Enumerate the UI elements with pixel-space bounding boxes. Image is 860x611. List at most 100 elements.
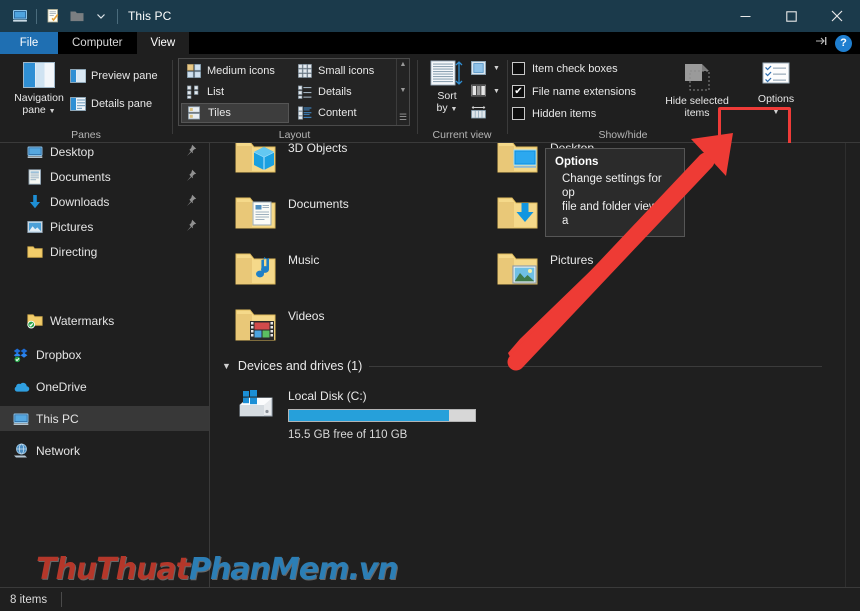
sidebar-item-dropbox[interactable]: Dropbox: [0, 342, 209, 367]
checkbox-hidden-items[interactable]: Hidden items: [512, 107, 596, 120]
folder-pictures-icon: [496, 249, 540, 292]
tooltip-line-2: file and folder views, a: [562, 201, 667, 227]
file-name-extensions-checkbox[interactable]: ✔: [512, 85, 525, 98]
status-item-count: 8 items: [10, 593, 48, 606]
medium-icons-icon: [187, 64, 201, 78]
drive-name: Local Disk (C:): [288, 389, 367, 403]
pin-icon[interactable]: [185, 144, 197, 156]
hidden-items-checkbox[interactable]: [512, 107, 525, 120]
minimize-button[interactable]: [722, 0, 768, 32]
chevron-down-icon[interactable]: ▼: [222, 361, 231, 371]
window-controls: [722, 0, 860, 32]
tile-music[interactable]: Music: [234, 249, 319, 292]
checkbox-item-check-boxes[interactable]: Item check boxes: [512, 62, 618, 75]
pin-icon[interactable]: [185, 169, 197, 181]
preview-pane-button[interactable]: Preview pane: [70, 69, 158, 83]
pin-icon[interactable]: [185, 194, 197, 206]
watermark-part-1: ThuThuat: [36, 552, 190, 587]
sidebar-item-pictures[interactable]: Pictures: [0, 214, 209, 239]
qat-divider: [36, 8, 37, 24]
tile-3d-objects-label: 3D Objects: [288, 143, 348, 155]
options-label: Options: [757, 93, 795, 105]
tile-documents-label: Documents: [288, 197, 349, 211]
this-pc-icon: [12, 411, 30, 427]
item-check-boxes-checkbox[interactable]: [512, 62, 525, 75]
tile-documents[interactable]: Documents: [234, 193, 349, 236]
add-columns-button[interactable]: ▼: [471, 61, 500, 76]
sidebar-item-network[interactable]: Network: [0, 438, 209, 463]
layout-option-small-icons-label: Small icons: [318, 65, 375, 77]
sort-by-button[interactable]: Sort by ▼: [424, 59, 470, 115]
ribbon-group-label-layout: Layout: [278, 129, 311, 141]
pictures-icon: [26, 219, 44, 235]
tab-computer[interactable]: Computer: [58, 32, 137, 54]
hide-selected-items-button[interactable]: Hide selected items: [656, 61, 738, 119]
small-icons-icon: [298, 64, 312, 78]
layout-option-details[interactable]: Details: [292, 82, 396, 102]
list-view-icon: [187, 85, 199, 99]
navigation-pane-icon: [23, 62, 55, 88]
documents-icon: [26, 168, 44, 185]
layout-gallery-scroll-up[interactable]: ▲: [400, 61, 407, 68]
item-check-boxes-label: Item check boxes: [532, 62, 618, 75]
help-icon[interactable]: ?: [835, 34, 852, 52]
navigation-pane-button[interactable]: Navigation pane ▼: [8, 60, 70, 117]
options-button[interactable]: Options ▼: [748, 61, 804, 118]
devices-and-drives-label: Devices and drives (1): [237, 359, 363, 373]
properties-icon[interactable]: [41, 4, 65, 28]
sidebar-item-onedrive[interactable]: OneDrive: [0, 374, 209, 399]
details-pane-label: Details pane: [91, 98, 153, 110]
sidebar-item-documents-label: Documents: [50, 169, 111, 184]
details-view-icon: [298, 85, 312, 99]
preview-pane-icon: [70, 69, 86, 83]
tab-file[interactable]: File: [0, 32, 58, 54]
layout-option-tiles[interactable]: Tiles: [181, 103, 289, 123]
sidebar-item-watermarks[interactable]: Watermarks: [0, 308, 209, 333]
ribbon-group-label-panes: Panes: [71, 129, 101, 141]
layout-option-content[interactable]: Content: [292, 103, 396, 123]
pin-icon[interactable]: [185, 219, 197, 231]
checkbox-file-name-extensions[interactable]: ✔ File name extensions: [512, 85, 636, 98]
layout-option-medium-icons[interactable]: Medium icons: [181, 61, 289, 81]
tile-3d-objects[interactable]: 3D Objects: [234, 143, 347, 180]
layout-gallery-expand[interactable]: ☰: [399, 112, 407, 123]
sidebar-item-downloads[interactable]: Downloads: [0, 189, 209, 214]
sidebar-item-onedrive-label: OneDrive: [36, 379, 87, 394]
sidebar-item-this-pc[interactable]: This PC: [0, 406, 209, 431]
tile-pictures[interactable]: Pictures: [496, 249, 593, 292]
sidebar-item-desktop[interactable]: Desktop: [0, 143, 209, 164]
content-scrollbar[interactable]: [845, 143, 860, 587]
network-icon: [12, 443, 30, 459]
sidebar-item-documents[interactable]: Documents: [0, 164, 209, 189]
layout-gallery-scrollbar[interactable]: ▲ ▼ ☰: [396, 59, 409, 125]
customize-dropdown-icon[interactable]: [89, 4, 113, 28]
ribbon: Navigation pane ▼ Preview pane Details p…: [0, 54, 860, 184]
layout-gallery[interactable]: Medium icons Small icons List Details Ti…: [178, 58, 410, 126]
layout-option-list[interactable]: List: [181, 82, 289, 102]
dropbox-icon: [12, 347, 30, 363]
layout-option-small-icons[interactable]: Small icons: [292, 61, 396, 81]
drive-local-disk-c[interactable]: Local Disk (C:) 15.5 GB free of 110 GB: [234, 387, 476, 443]
new-folder-icon[interactable]: [65, 4, 89, 28]
options-icon: [762, 62, 790, 84]
qat-divider-2: [117, 8, 118, 24]
size-all-columns-button[interactable]: ▼: [471, 84, 500, 98]
ribbon-group-layout: Medium icons Small icons List Details Ti…: [173, 54, 416, 143]
layout-option-content-label: Content: [318, 107, 357, 119]
close-button[interactable]: [814, 0, 860, 32]
this-pc-icon[interactable]: [8, 4, 32, 28]
folder-downloads-icon: [496, 193, 540, 236]
maximize-button[interactable]: [768, 0, 814, 32]
tab-view[interactable]: View: [136, 32, 190, 54]
pin-ribbon-icon[interactable]: [815, 34, 829, 52]
ribbon-group-label-current-view: Current view: [432, 129, 492, 141]
group-by-button[interactable]: [471, 105, 488, 120]
sidebar-item-directing[interactable]: Directing: [0, 239, 209, 264]
layout-gallery-scroll-down[interactable]: ▼: [400, 87, 407, 94]
details-pane-button[interactable]: Details pane: [70, 97, 152, 111]
preview-pane-label: Preview pane: [91, 70, 158, 82]
devices-and-drives-header[interactable]: ▼ Devices and drives (1): [222, 359, 822, 373]
window-title: This PC: [128, 9, 172, 23]
sidebar-item-dropbox-label: Dropbox: [36, 347, 82, 362]
tile-videos[interactable]: Videos: [234, 305, 324, 348]
